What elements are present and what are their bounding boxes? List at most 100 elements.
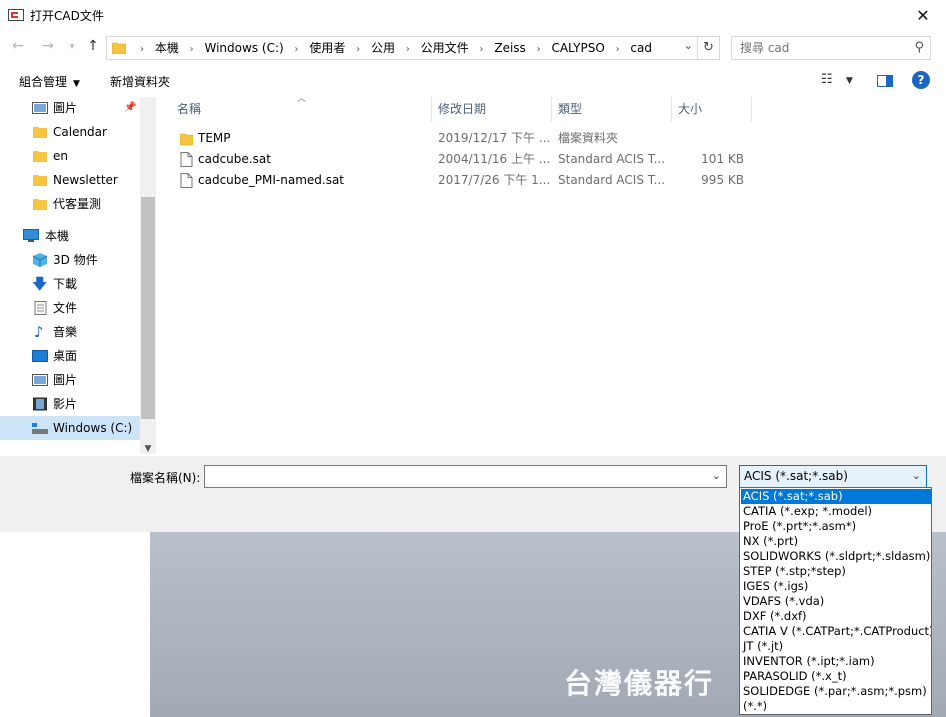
sidebar-scrollbar[interactable]: ▼	[140, 97, 156, 454]
sidebar-item-newsletter[interactable]: Newsletter	[0, 168, 140, 192]
chevron-right-icon[interactable]: ›	[190, 44, 194, 55]
breadcrumb-item[interactable]: 公用	[371, 41, 395, 55]
breadcrumb-item[interactable]: 使用者	[309, 41, 345, 55]
refresh-button[interactable]: ↻	[698, 36, 720, 60]
chevron-right-icon[interactable]: ›	[537, 44, 541, 55]
folder-icon	[112, 42, 126, 54]
file-type-option[interactable]: ProE (*.prt*;*.asm*)	[741, 519, 931, 534]
sidebar-item-downloads[interactable]: 🡇 下載	[0, 272, 140, 296]
file-type-option[interactable]: SOLIDEDGE (*.par;*.asm;*.psm)	[741, 684, 931, 699]
scroll-down-icon[interactable]: ▼	[140, 444, 156, 454]
file-type-option[interactable]: DXF (*.dxf)	[741, 609, 931, 624]
file-type-option[interactable]: NX (*.prt)	[741, 534, 931, 549]
document-icon	[34, 301, 47, 315]
back-arrow-icon[interactable]: ←	[8, 38, 28, 54]
command-bar: 組合管理 ▼ 新增資料夾 ☷ ▼ ?	[0, 66, 946, 96]
file-type: Standard ACIS T...	[558, 173, 666, 187]
file-type-option[interactable]: CATIA (*.exp; *.model)	[741, 504, 931, 519]
sidebar-item-windows-drive[interactable]: Windows (C:)	[0, 416, 140, 440]
breadcrumb-item[interactable]: Windows (C:)	[205, 41, 284, 55]
file-row[interactable]: TEMP 2019/12/17 下午 ... 檔案資料夾	[157, 128, 757, 149]
breadcrumb-item[interactable]: Zeiss	[494, 41, 525, 55]
file-type-option[interactable]: STEP (*.stp;*step)	[741, 564, 931, 579]
breadcrumb-item[interactable]: CALYPSO	[551, 41, 604, 55]
sort-ascending-icon: ︿	[297, 94, 307, 104]
navigation-pane: 圖片 📌 Calendar en Newsletter 代客量測 本機 3D 物…	[0, 97, 156, 454]
file-type-option[interactable]: CATIA V (*.CATPart;*.CATProduct)	[741, 624, 931, 639]
chevron-right-icon[interactable]: ›	[356, 44, 360, 55]
file-row[interactable]: cadcube.sat 2004/11/16 上午 ... Standard A…	[157, 149, 757, 170]
help-icon[interactable]: ?	[912, 71, 930, 89]
up-arrow-icon[interactable]: ↑	[83, 38, 103, 54]
file-type-dropdown-list: ACIS (*.sat;*.sab) CATIA (*.exp; *.model…	[739, 487, 932, 715]
file-type-option[interactable]: (*.*)	[741, 699, 931, 714]
column-divider[interactable]	[751, 97, 752, 122]
preview-pane-icon[interactable]	[877, 75, 893, 87]
column-header-size[interactable]: 大小	[672, 97, 702, 122]
chevron-down-icon[interactable]: ⌄	[684, 39, 693, 52]
file-date: 2017/7/26 下午 1...	[438, 173, 550, 187]
file-type-option[interactable]: IGES (*.igs)	[741, 579, 931, 594]
file-row[interactable]: cadcube_PMI-named.sat 2017/7/26 下午 1... …	[157, 170, 757, 191]
sidebar-item-3d-objects[interactable]: 3D 物件	[0, 248, 140, 272]
file-name: TEMP	[198, 131, 231, 145]
chevron-right-icon[interactable]: ›	[616, 44, 620, 55]
sidebar-item-label: 3D 物件	[53, 253, 98, 267]
chevron-right-icon[interactable]: ›	[480, 44, 484, 55]
organize-button[interactable]: 組合管理 ▼	[19, 73, 80, 90]
search-input[interactable]	[738, 40, 898, 56]
address-bar[interactable]: › 本機 › Windows (C:) › 使用者 › 公用 › 公用文件 › …	[106, 36, 698, 60]
folder-icon	[33, 127, 47, 138]
sidebar-item-this-pc[interactable]: 本機	[0, 224, 140, 248]
new-folder-button[interactable]: 新增資料夾	[110, 73, 170, 90]
breadcrumb-item[interactable]: cad	[630, 41, 652, 55]
sidebar-item-label: 音樂	[53, 325, 78, 339]
sidebar-item-desktop[interactable]: 桌面	[0, 344, 140, 368]
filename-field[interactable]: ⌄	[204, 465, 727, 488]
recent-locations-icon[interactable]: ▾	[62, 42, 82, 52]
column-headers: ︿ 名稱 修改日期 類型 大小	[157, 94, 946, 122]
caret-down-icon: ▼	[73, 79, 80, 89]
view-options-icon[interactable]: ☷	[821, 72, 833, 87]
breadcrumb-item[interactable]: 公用文件	[421, 41, 469, 55]
pin-icon[interactable]: 📌	[124, 97, 136, 120]
file-type-option[interactable]: ACIS (*.sat;*.sab)	[741, 489, 931, 504]
chevron-right-icon[interactable]: ›	[406, 44, 410, 55]
column-header-type[interactable]: 類型	[552, 97, 582, 122]
sidebar-item-en[interactable]: en	[0, 144, 140, 168]
computer-icon	[23, 229, 39, 242]
search-box[interactable]: ⚲	[731, 36, 931, 60]
file-type-option[interactable]: SOLIDWORKS (*.sldprt;*.sldasm)	[741, 549, 931, 564]
music-note-icon: ♪	[34, 323, 44, 341]
chevron-down-icon[interactable]: ⌄	[712, 469, 721, 482]
sidebar-item-documents[interactable]: 文件	[0, 296, 140, 320]
open-file-dialog: 打开CAD文件 ✕ ← → ▾ ↑ › 本機 › Windows (C:) › …	[0, 0, 946, 532]
column-header-date[interactable]: 修改日期	[432, 97, 486, 122]
sidebar-item-videos[interactable]: 影片	[0, 392, 140, 416]
file-type-option[interactable]: VDAFS (*.vda)	[741, 594, 931, 609]
sidebar-item-pictures-quick[interactable]: 圖片 📌	[0, 97, 140, 120]
sidebar-item-measurement[interactable]: 代客量測	[0, 192, 140, 216]
file-type-option[interactable]: PARASOLID (*.x_t)	[741, 669, 931, 684]
forward-arrow-icon[interactable]: →	[38, 38, 58, 54]
sidebar-item-label: en	[53, 149, 68, 163]
file-type-select[interactable]: ACIS (*.sat;*.sab) ⌄	[739, 465, 927, 488]
sidebar-item-music[interactable]: ♪ 音樂	[0, 320, 140, 344]
close-button[interactable]: ✕	[900, 0, 946, 31]
breadcrumb-item[interactable]: 本機	[155, 41, 179, 55]
caret-down-icon[interactable]: ▼	[846, 76, 853, 86]
pictures-icon	[32, 374, 48, 386]
file-type-option[interactable]: JT (*.jt)	[741, 639, 931, 654]
file-icon	[180, 152, 193, 167]
file-date: 2019/12/17 下午 ...	[438, 131, 550, 145]
scrollbar-thumb[interactable]	[141, 197, 155, 419]
folder-icon	[180, 133, 193, 146]
file-type-option[interactable]: INVENTOR (*.ipt;*.iam)	[741, 654, 931, 669]
file-size: 995 KB	[701, 173, 744, 187]
sidebar-item-calendar[interactable]: Calendar	[0, 120, 140, 144]
chevron-down-icon[interactable]: ⌄	[912, 469, 921, 482]
sidebar-item-pictures[interactable]: 圖片	[0, 368, 140, 392]
chevron-right-icon[interactable]: ›	[295, 44, 299, 55]
search-icon[interactable]: ⚲	[914, 40, 924, 55]
column-header-name[interactable]: 名稱	[171, 97, 201, 122]
